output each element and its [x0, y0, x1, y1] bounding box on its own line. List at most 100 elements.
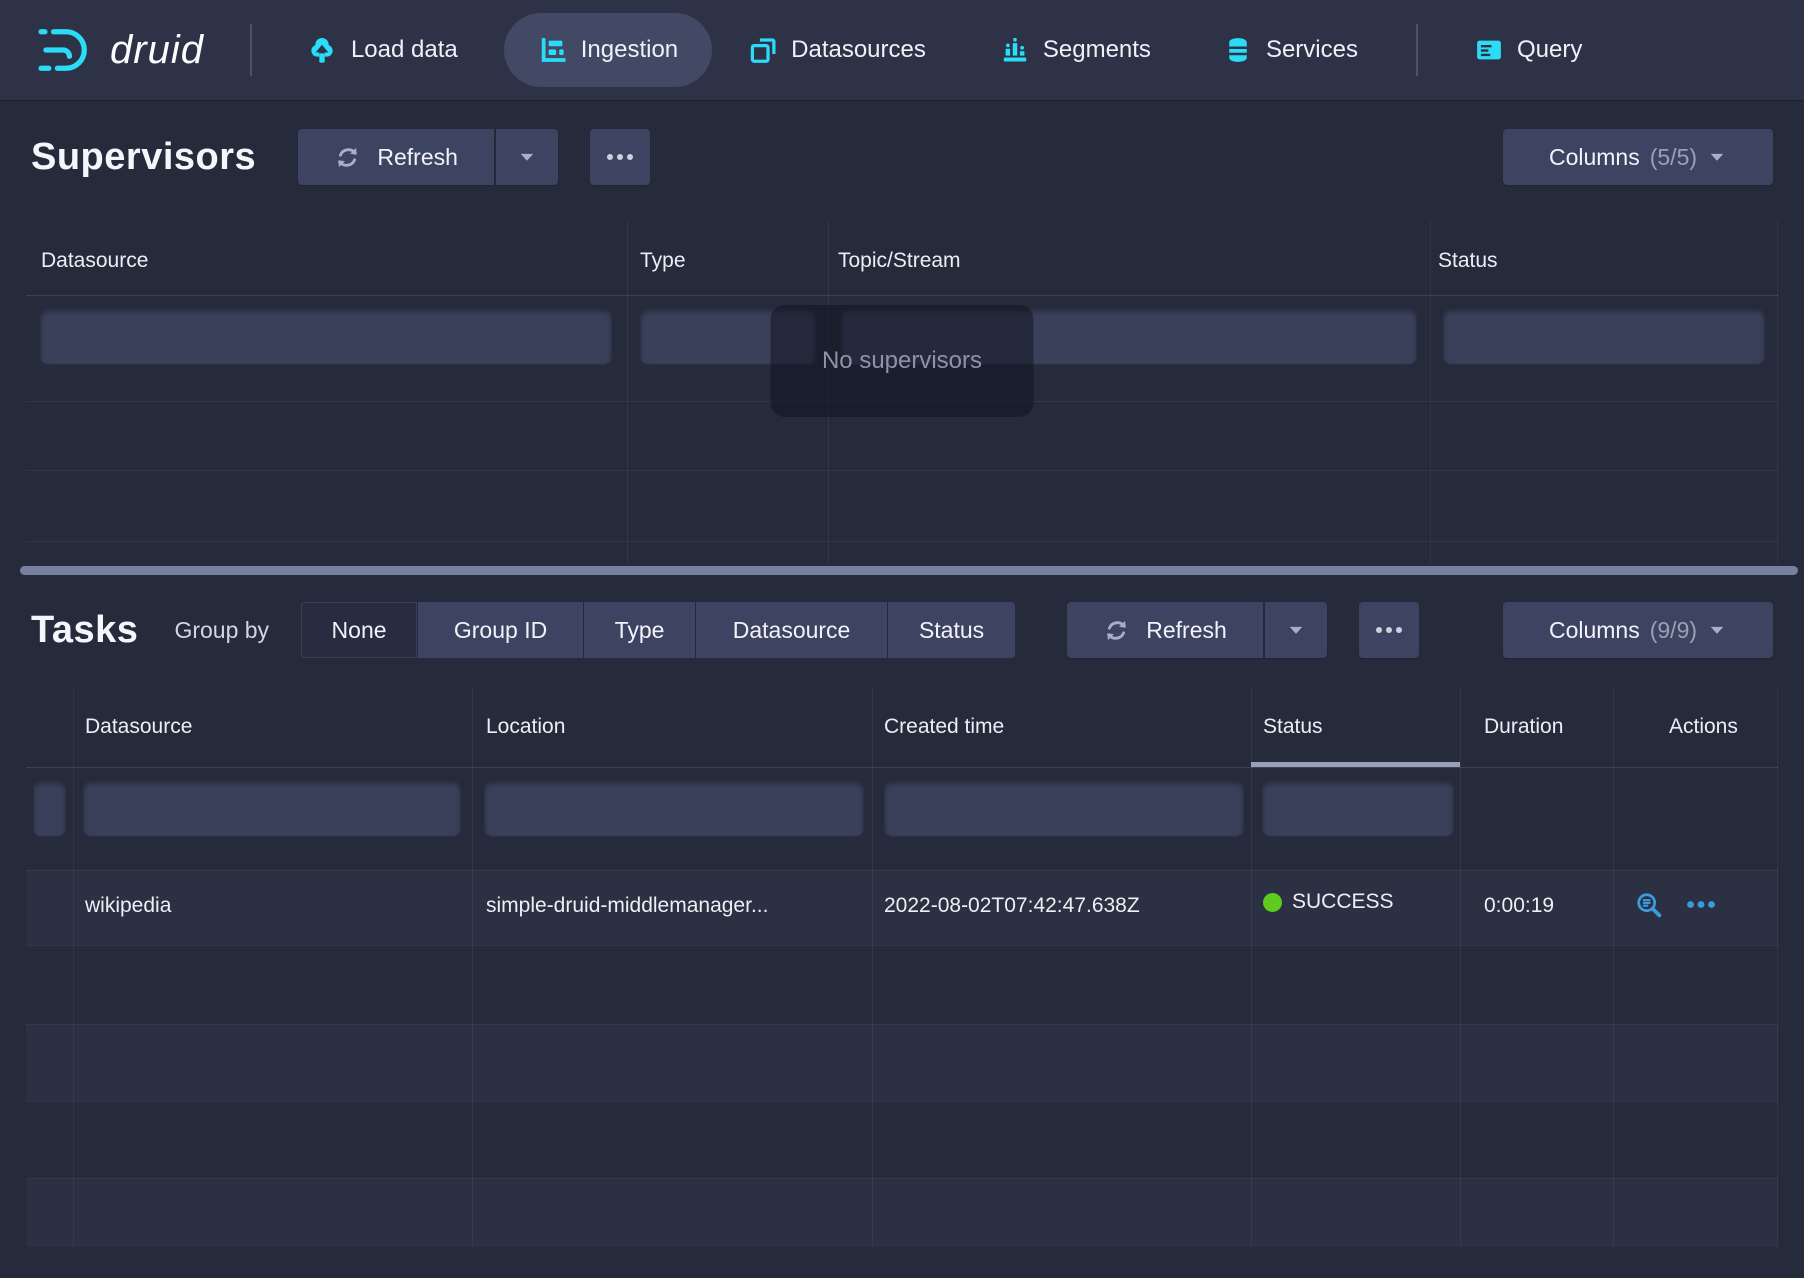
chevron-down-icon	[1707, 147, 1727, 167]
cloud-upload-icon	[306, 34, 338, 66]
row-divider	[26, 767, 1778, 768]
created-time-filter-input[interactable]	[884, 781, 1244, 837]
tasks-columns-button[interactable]: Columns (9/9)	[1503, 602, 1773, 658]
refresh-label: Refresh	[377, 144, 458, 171]
nav-item-services[interactable]: Services	[1223, 35, 1358, 65]
tasks-toolbar: Tasks Group by None Group ID Type Dataso…	[31, 601, 1773, 659]
column-divider	[472, 687, 473, 1247]
group-by-label: Group by	[174, 617, 269, 644]
supervisors-more-button[interactable]	[590, 129, 650, 185]
row-divider	[26, 541, 1778, 542]
navbar-divider	[1416, 24, 1418, 76]
nav-item-query[interactable]: Query	[1474, 35, 1582, 65]
task-location-cell[interactable]: simple-druid-middlemanager...	[486, 894, 768, 918]
refresh-icon	[1103, 617, 1130, 644]
group-by-none-button[interactable]: None	[301, 602, 417, 658]
columns-label: Columns	[1549, 617, 1640, 644]
nav-item-segments[interactable]: Segments	[1000, 35, 1151, 65]
refresh-button-group: Refresh	[1067, 602, 1327, 658]
horizontal-scrollbar[interactable]	[20, 566, 1798, 575]
status-text: SUCCESS	[1292, 890, 1394, 914]
task-datasource-cell[interactable]: wikipedia	[85, 894, 171, 918]
column-header-created-time[interactable]: Created time	[884, 715, 1004, 739]
row-divider	[26, 1101, 1778, 1102]
columns-label: Columns	[1549, 144, 1640, 171]
supervisors-table: Datasource Type Topic/Stream Status No s…	[26, 221, 1778, 564]
column-header-datasource[interactable]: Datasource	[41, 249, 148, 273]
datasources-stack-icon	[748, 35, 778, 65]
column-header-topic-stream[interactable]: Topic/Stream	[838, 249, 961, 273]
column-divider	[73, 687, 74, 1247]
tasks-title: Tasks	[31, 609, 138, 652]
tasks-refresh-button[interactable]: Refresh	[1067, 602, 1263, 658]
columns-count: (9/9)	[1650, 617, 1697, 644]
column-header-duration[interactable]: Duration	[1484, 715, 1563, 739]
chevron-down-icon	[1286, 620, 1306, 640]
group-by-datasource-button[interactable]: Datasource	[695, 602, 887, 658]
task-actions-cell	[1634, 890, 1717, 919]
row-divider	[26, 1024, 1778, 1025]
row-divider	[26, 1178, 1778, 1179]
nav-item-load-data[interactable]: Load data	[306, 34, 458, 66]
supervisors-toolbar: Supervisors Refresh	[31, 128, 1773, 186]
navbar: druid Load data Ingestion	[0, 0, 1804, 100]
column-header-status[interactable]: Status	[1438, 249, 1498, 273]
segments-bars-icon	[1000, 35, 1030, 65]
nav-label: Ingestion	[581, 36, 678, 64]
columns-count: (5/5)	[1650, 144, 1697, 171]
column-divider	[1777, 221, 1778, 564]
task-details-magnifier-icon[interactable]	[1634, 890, 1663, 919]
nav-label: Query	[1517, 36, 1582, 64]
status-filter-input[interactable]	[1262, 781, 1454, 837]
druid-logo[interactable]: druid	[38, 26, 204, 74]
query-console-icon	[1474, 35, 1504, 65]
task-id-filter-input[interactable]	[33, 781, 66, 837]
group-by-status-button[interactable]: Status	[887, 602, 1015, 658]
druid-logo-icon	[38, 26, 96, 74]
column-divider	[627, 221, 628, 564]
more-dots-icon	[1374, 624, 1404, 636]
column-header-type[interactable]: Type	[640, 249, 686, 273]
group-by-type-button[interactable]: Type	[583, 602, 695, 658]
navbar-divider	[250, 24, 252, 76]
more-dots-icon	[605, 151, 635, 163]
task-duration-cell[interactable]: 0:00:19	[1484, 894, 1554, 918]
column-divider	[1613, 687, 1614, 1247]
table-row	[26, 1178, 1778, 1247]
column-header-status[interactable]: Status	[1263, 715, 1323, 739]
task-actions-menu-icon[interactable]	[1685, 898, 1717, 911]
supervisors-title: Supervisors	[31, 136, 256, 179]
refresh-button-group: Refresh	[298, 129, 558, 185]
column-divider	[1460, 687, 1461, 1247]
refresh-interval-dropdown-button[interactable]	[496, 129, 558, 185]
column-divider	[1430, 221, 1431, 564]
tasks-more-button[interactable]	[1359, 602, 1419, 658]
column-divider	[1251, 687, 1252, 1247]
supervisors-columns-button[interactable]: Columns (5/5)	[1503, 129, 1773, 185]
datasource-filter-input[interactable]	[83, 781, 461, 837]
nav-label: Segments	[1043, 36, 1151, 64]
chevron-down-icon	[1707, 620, 1727, 640]
column-divider	[872, 687, 873, 1247]
table-row	[26, 1024, 1778, 1101]
row-divider	[26, 470, 1778, 471]
nav-item-ingestion[interactable]: Ingestion	[504, 13, 712, 87]
task-created-time-cell[interactable]: 2022-08-02T07:42:47.638Z	[884, 894, 1140, 918]
column-header-location[interactable]: Location	[486, 715, 565, 739]
refresh-button[interactable]: Refresh	[298, 129, 494, 185]
task-status-cell[interactable]: SUCCESS	[1263, 890, 1394, 914]
location-filter-input[interactable]	[484, 781, 864, 837]
row-divider	[26, 870, 1778, 871]
nav-label: Services	[1266, 36, 1358, 64]
tasks-refresh-interval-dropdown-button[interactable]	[1265, 602, 1327, 658]
chevron-down-icon	[517, 147, 537, 167]
datasource-filter-input[interactable]	[40, 309, 612, 365]
group-by-group-id-button[interactable]: Group ID	[417, 602, 583, 658]
column-header-actions[interactable]: Actions	[1669, 715, 1738, 739]
nav-item-datasources[interactable]: Datasources	[748, 35, 926, 65]
column-header-datasource[interactable]: Datasource	[85, 715, 192, 739]
success-status-dot	[1263, 893, 1282, 912]
tasks-table: Datasource Location Created time Status …	[26, 687, 1778, 1247]
row-divider	[26, 295, 1778, 296]
status-filter-input[interactable]	[1443, 309, 1765, 365]
